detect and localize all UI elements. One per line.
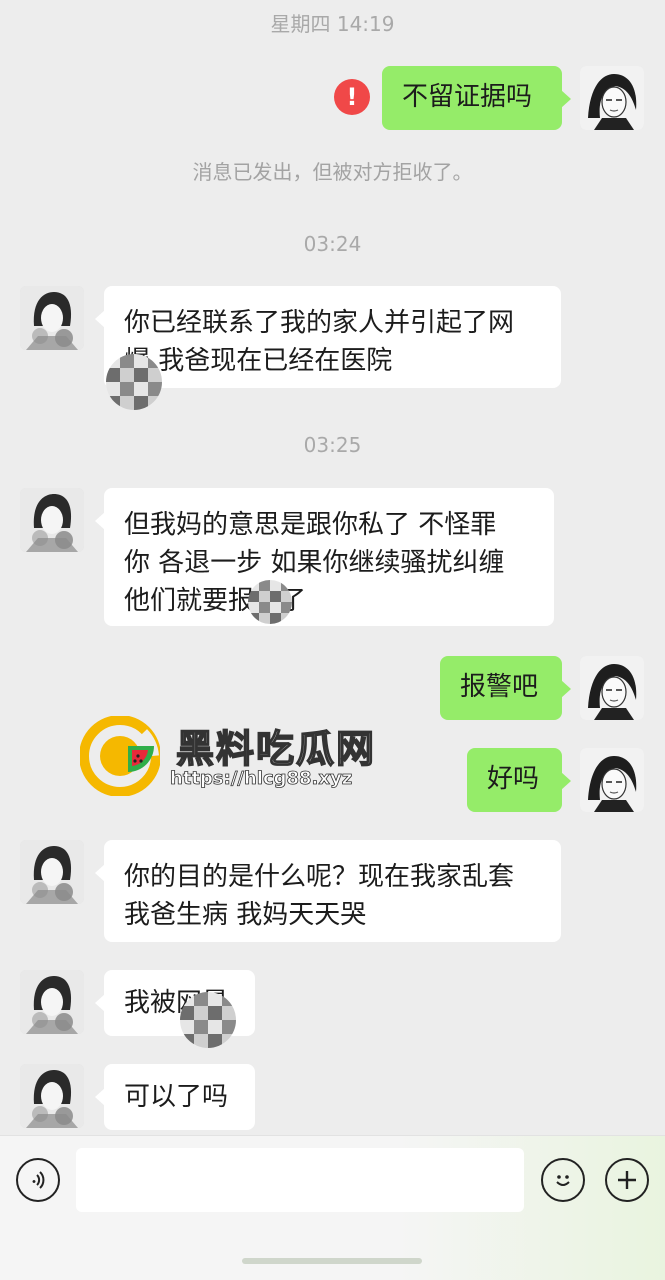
message-text-line: 你的目的是什么呢？现在我家乱套 [124,862,515,892]
message-bubble-incoming[interactable]: 可以了吗 [95,1064,255,1130]
voice-icon[interactable] [16,1158,60,1202]
message-text-line: 我爸生病 我妈天天哭 [124,900,367,930]
timestamp: 星期四 14:19 [270,12,395,36]
message-text-line: 他们就要报警了 [124,586,307,616]
timestamp: 03:24 [303,232,362,256]
error-icon[interactable]: ! [334,79,370,115]
message-bubble-incoming[interactable]: 你的目的是什么呢？现在我家乱套 我爸生病 我妈天天哭 [95,840,561,942]
plus-icon[interactable] [605,1158,649,1202]
message-bubble-incoming[interactable]: 但我妈的意思是跟你私了 不怪罪 你 各退一步 如果你继续骚扰纠缠 他们就要报警了 [95,488,554,626]
message-text-line: 你 各退一步 如果你继续骚扰纠缠 [124,548,505,578]
message-text-line: 但我妈的意思是跟你私了 不怪罪 [124,510,497,540]
mosaic-blur [106,354,162,410]
contact-avatar[interactable] [20,286,84,350]
message-text-line: 你已经联系了我的家人并引起了网 [124,308,515,338]
watermark-logo-icon [80,716,160,796]
timestamp: 03:25 [303,433,362,457]
message-text: 可以了吗 [124,1082,229,1112]
message-bubble-outgoing[interactable]: 好吗 [467,748,571,812]
system-notice: 消息已发出，但被对方拒收了。 [192,160,473,184]
watermark-url: https://hlcg88.xyz [170,768,353,790]
contact-avatar[interactable] [20,840,84,904]
contact-avatar[interactable] [20,488,84,552]
watermark-title: 黑料吃瓜网 [175,726,377,772]
message-bubble-incoming[interactable]: 你已经联系了我的家人并引起了网 爆 我爸现在已经在医院 [95,286,561,388]
message-text: 报警吧 [460,672,539,702]
message-text: 好吗 [487,764,540,794]
emoji-icon[interactable] [541,1158,585,1202]
my-avatar[interactable] [580,748,644,812]
home-indicator [242,1258,422,1264]
message-input[interactable] [76,1148,524,1212]
my-avatar[interactable] [580,656,644,720]
message-text: 不留证据吗 [402,82,533,112]
watermark: 黑料吃瓜网 https://hlcg88.xyz [80,716,400,800]
message-bubble-outgoing[interactable]: 不留证据吗 [382,66,571,130]
message-bubble-outgoing[interactable]: 报警吧 [440,656,571,720]
my-avatar[interactable] [580,66,644,130]
mosaic-blur [180,992,236,1048]
message-text-line: 爆 我爸现在已经在医院 [124,346,393,376]
contact-avatar[interactable] [20,1064,84,1128]
mosaic-blur [248,580,292,624]
contact-avatar[interactable] [20,970,84,1034]
